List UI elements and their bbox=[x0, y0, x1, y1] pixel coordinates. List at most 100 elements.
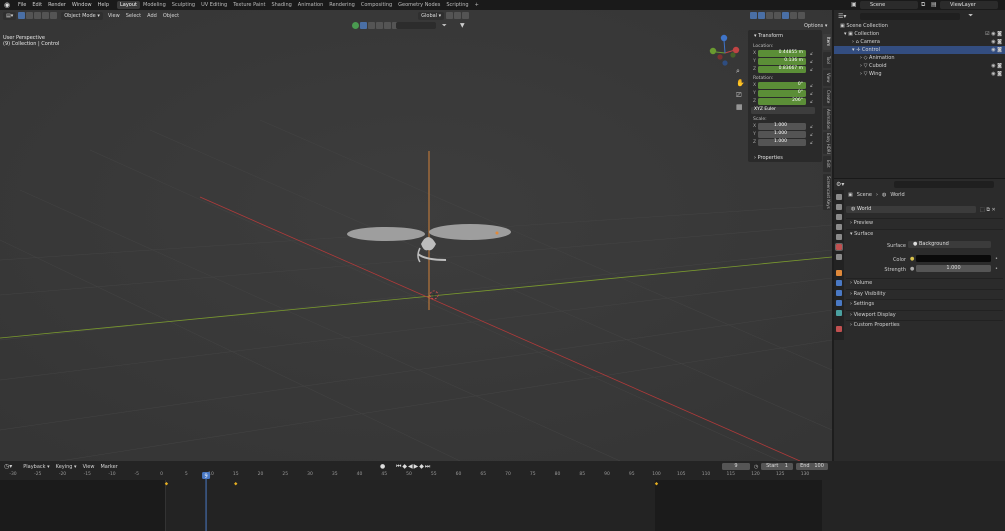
visibility-eye-icon[interactable]: ◉ ◙ bbox=[991, 38, 1002, 46]
gizmo-toggle-icon[interactable] bbox=[750, 12, 758, 19]
rotation-x-field[interactable]: 0° bbox=[758, 82, 806, 89]
keyframe-marker[interactable] bbox=[164, 482, 169, 486]
lock-icon[interactable]: 🔓︎ bbox=[810, 140, 813, 146]
modifier-tab-icon[interactable] bbox=[836, 280, 842, 286]
current-frame-field[interactable]: 9 bbox=[722, 463, 750, 470]
transform-header[interactable]: ▾ Transform bbox=[748, 30, 822, 41]
select-mode-extend-icon[interactable] bbox=[34, 12, 42, 19]
camera-view-icon[interactable]: ⎚ bbox=[736, 91, 746, 101]
outliner-row-collection[interactable]: ▾ ▣ Collection ☑ ◉ ◙ bbox=[834, 30, 1005, 38]
lock-icon[interactable]: 🔓︎ bbox=[810, 124, 813, 130]
3d-viewport[interactable]: ⌕ ✋ ⎚ ▦ User Perspective (9) Collection … bbox=[0, 10, 832, 461]
select-mode-subtract-icon[interactable] bbox=[42, 12, 50, 19]
blender-logo-icon[interactable]: ◉ bbox=[4, 1, 12, 9]
menu-playback[interactable]: Playback ▾ bbox=[20, 464, 52, 470]
keyframe-dot-icon[interactable]: • bbox=[995, 266, 998, 272]
sidebar-tab-item[interactable]: Item bbox=[823, 34, 831, 50]
tab-compositing[interactable]: Compositing bbox=[358, 1, 395, 9]
outliner-row-wing[interactable]: › ▽ Wing ◉ ◙ bbox=[834, 70, 1005, 78]
tab-rendering[interactable]: Rendering bbox=[326, 1, 358, 9]
scale-gizmo-icon[interactable] bbox=[376, 22, 383, 29]
sidebar-tab-view[interactable]: View bbox=[823, 70, 831, 86]
menu-object[interactable]: Object bbox=[160, 13, 182, 19]
menu-window[interactable]: Window bbox=[69, 2, 95, 8]
proportional-editing-icon[interactable] bbox=[462, 12, 470, 19]
socket-icon[interactable]: ● bbox=[910, 256, 914, 262]
keyframe-dot-icon[interactable]: • bbox=[995, 256, 998, 262]
lock-icon[interactable]: 🔓︎ bbox=[810, 67, 813, 73]
rotation-y-field[interactable]: 0° bbox=[758, 90, 806, 97]
add-workspace-button[interactable]: + bbox=[472, 1, 482, 9]
view-layer-tab-icon[interactable] bbox=[836, 224, 842, 230]
menu-edit[interactable]: Edit bbox=[29, 2, 45, 8]
wireframe-shading-icon[interactable] bbox=[774, 12, 782, 19]
timeline-editor-icon[interactable]: ◷▾ bbox=[4, 463, 12, 470]
menu-view[interactable]: View bbox=[105, 13, 123, 19]
transform-orientation-dropdown[interactable]: Global ▾ bbox=[418, 11, 445, 20]
section-custom-properties[interactable]: › Custom Properties bbox=[846, 320, 1003, 329]
strength-field[interactable]: 1.000 bbox=[916, 265, 991, 272]
scene-selector[interactable]: Scene bbox=[860, 1, 918, 9]
object-mode-dropdown[interactable]: Object Mode ▾ bbox=[61, 11, 103, 20]
tab-texture-paint[interactable]: Texture Paint bbox=[230, 1, 268, 9]
datablock-actions-icon[interactable]: ⬚ ⧉ ✕ bbox=[980, 207, 996, 213]
menu-render[interactable]: Render bbox=[45, 2, 69, 8]
keyframe-marker[interactable] bbox=[234, 482, 238, 486]
jump-end-icon[interactable]: ⏭ bbox=[425, 463, 431, 470]
tab-geometry-nodes[interactable]: Geometry Nodes bbox=[395, 1, 443, 9]
world-tab-icon[interactable] bbox=[835, 243, 843, 251]
pivot-point-icon[interactable] bbox=[446, 12, 454, 19]
keyframe-marker[interactable] bbox=[654, 482, 659, 486]
color-swatch[interactable] bbox=[916, 255, 991, 262]
lock-icon[interactable]: 🔓︎ bbox=[810, 59, 813, 65]
scale-y-field[interactable]: 1.000 bbox=[758, 131, 806, 138]
outliner-row-control[interactable]: ▾ ✛ Control ◉ ◙ bbox=[834, 46, 1005, 54]
rendered-shading-icon[interactable] bbox=[798, 12, 806, 19]
surface-shader-field[interactable]: ● Background bbox=[908, 241, 991, 248]
select-mode-new-icon[interactable] bbox=[26, 12, 34, 19]
move-gizmo-icon[interactable] bbox=[360, 22, 367, 29]
lock-icon[interactable]: 🔓︎ bbox=[810, 91, 813, 97]
tab-scripting[interactable]: Scripting bbox=[443, 1, 471, 9]
socket-icon[interactable]: ● bbox=[910, 266, 914, 272]
properties-search-input[interactable] bbox=[894, 181, 995, 188]
lock-icon[interactable]: 🔓︎ bbox=[810, 51, 813, 57]
sidebar-tab-edit[interactable]: Edit bbox=[823, 156, 831, 172]
lock-icon[interactable]: 🔓︎ bbox=[810, 83, 813, 89]
overlays-toggle-icon[interactable] bbox=[758, 12, 766, 19]
section-preview[interactable]: › Preview bbox=[846, 218, 1003, 227]
tab-modeling[interactable]: Modeling bbox=[140, 1, 169, 9]
collection-tab-icon[interactable] bbox=[836, 254, 842, 260]
sidebar-tab-screencast-keys[interactable]: Screencast Keys bbox=[823, 174, 831, 210]
section-volume[interactable]: › Volume bbox=[846, 278, 1003, 287]
select-box-icon[interactable] bbox=[18, 12, 26, 19]
menu-add[interactable]: Add bbox=[144, 13, 160, 19]
rotate-gizmo-icon[interactable] bbox=[368, 22, 375, 29]
start-frame-field[interactable]: Start 1 bbox=[761, 463, 793, 470]
outliner-filter-icon[interactable]: ⏷ bbox=[968, 12, 973, 20]
new-scene-icon[interactable]: ⧉ bbox=[921, 1, 925, 9]
scale-x-field[interactable]: 1.000 bbox=[758, 123, 806, 130]
visibility-eye-icon[interactable]: ◉ ◙ bbox=[991, 46, 1002, 54]
outliner-search-input[interactable] bbox=[860, 12, 961, 20]
material-shading-icon[interactable] bbox=[790, 12, 798, 19]
visibility-eye-icon[interactable]: ◉ ◙ bbox=[991, 62, 1002, 70]
zoom-icon[interactable]: ⌕ bbox=[736, 67, 746, 77]
outliner-row-animation[interactable]: › ◇ Animation bbox=[834, 54, 1005, 62]
menu-marker[interactable]: Marker bbox=[97, 464, 120, 470]
tab-sculpting[interactable]: Sculpting bbox=[169, 1, 198, 9]
show-gizmo-icon[interactable] bbox=[352, 22, 359, 29]
filter-icon[interactable]: ⏷ bbox=[442, 22, 447, 30]
rotation-z-field[interactable]: 206° bbox=[758, 98, 806, 105]
menu-view[interactable]: View bbox=[80, 464, 98, 470]
viewport-search-input[interactable] bbox=[396, 22, 436, 29]
scale-z-field[interactable]: 1.000 bbox=[758, 139, 806, 146]
funnel-icon[interactable]: ▼ bbox=[460, 22, 465, 29]
properties-editor-icon[interactable]: ⚙▾ bbox=[836, 181, 844, 188]
location-z-field[interactable]: 0.83667 m bbox=[758, 66, 806, 73]
physics-tab-icon[interactable] bbox=[836, 300, 842, 306]
tool-tab-icon[interactable] bbox=[836, 194, 842, 200]
outliner-row-cuboid[interactable]: › ▽ Cuboid ◉ ◙ bbox=[834, 62, 1005, 70]
constraints-tab-icon[interactable] bbox=[836, 310, 842, 316]
transform-gizmo-icon[interactable] bbox=[384, 22, 391, 29]
